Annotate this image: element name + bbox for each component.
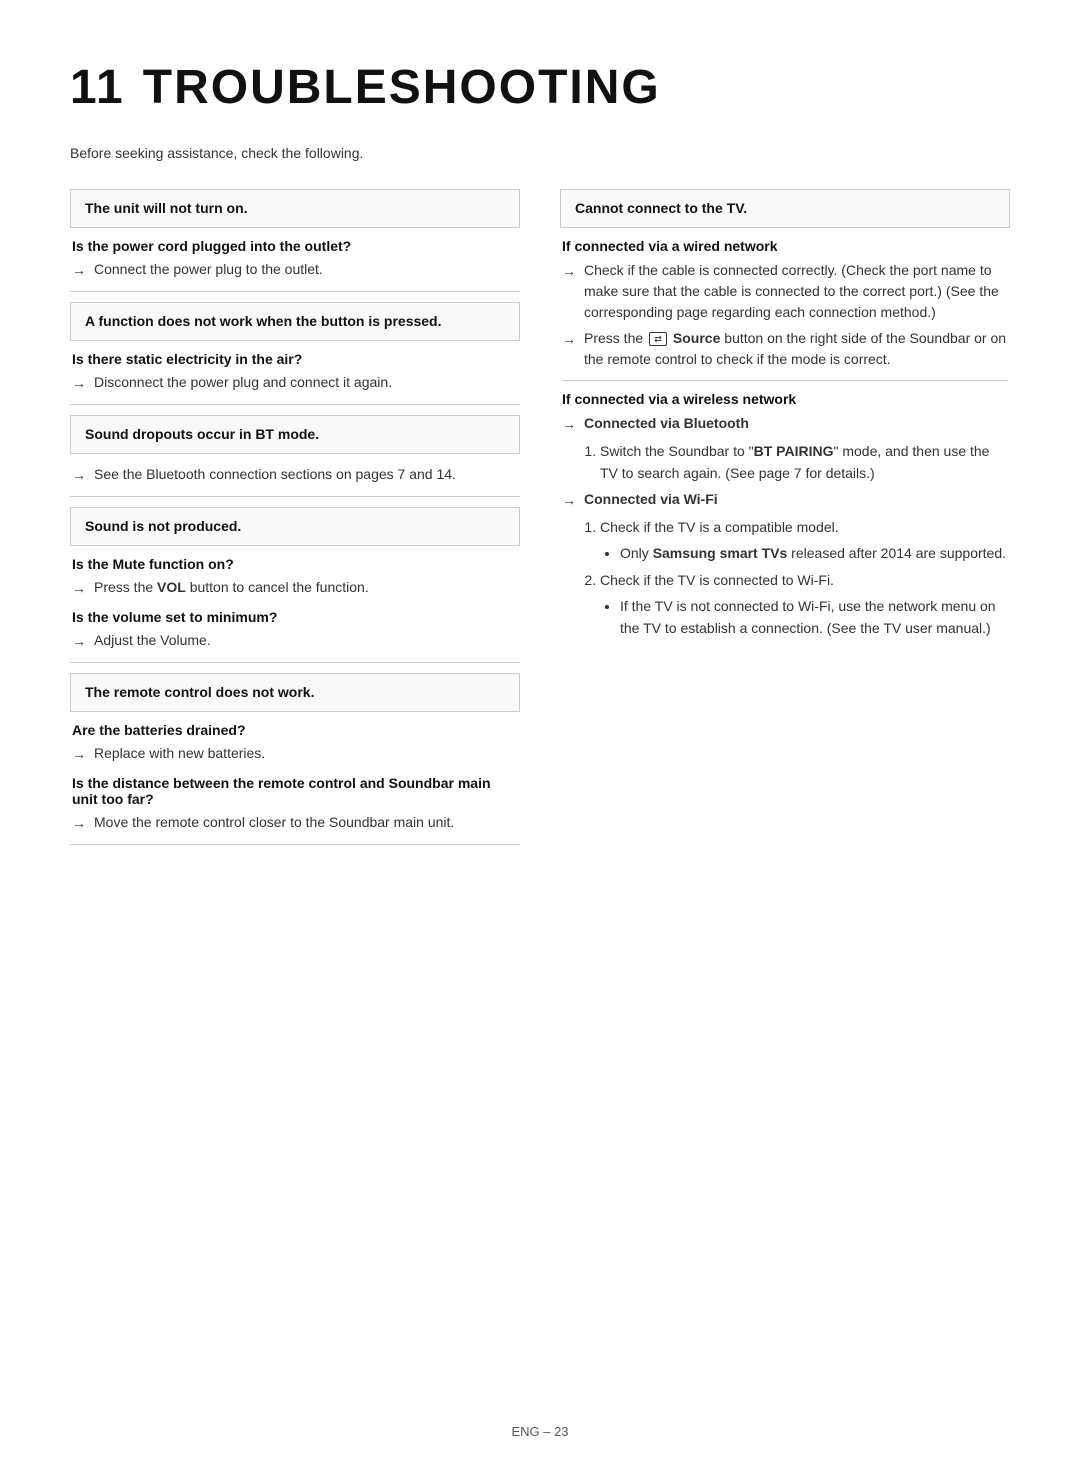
section-function-no-work: A function does not work when the button… bbox=[70, 302, 520, 341]
wifi-item-2: Check if the TV is connected to Wi-Fi. I… bbox=[600, 569, 1008, 640]
bullet-connect-power-text: Connect the power plug to the outlet. bbox=[94, 259, 518, 280]
arrow-icon: → bbox=[72, 260, 86, 281]
section2-content: Is there static electricity in the air? … bbox=[70, 351, 520, 394]
wifi-header-text: Connected via Wi-Fi bbox=[584, 491, 718, 507]
arrow-icon: → bbox=[72, 631, 86, 652]
section2-title: A function does not work when the button… bbox=[85, 313, 442, 329]
bluetooth-list: Switch the Soundbar to "BT PAIRING" mode… bbox=[582, 440, 1008, 485]
section-bt-dropouts: Sound dropouts occur in BT mode. bbox=[70, 415, 520, 454]
right-column: Cannot connect to the TV. If connected v… bbox=[560, 189, 1010, 644]
q-mute: Is the Mute function on? bbox=[72, 556, 518, 572]
section1-content: Is the power cord plugged into the outle… bbox=[70, 238, 520, 281]
bt-subheader: Connected via Bluetooth bbox=[584, 413, 1008, 434]
arrow-icon: → bbox=[72, 813, 86, 834]
q-distance: Is the distance between the remote contr… bbox=[72, 775, 518, 807]
wireless-header: If connected via a wireless network bbox=[562, 391, 1008, 407]
bullet-volume-text: Adjust the Volume. bbox=[94, 630, 518, 651]
wifi-subbullet-2: If the TV is not connected to Wi-Fi, use… bbox=[620, 595, 1008, 640]
bullet-wired-2-text: Press the ⇄ Source button on the right s… bbox=[584, 328, 1008, 370]
samsung-smart-tvs: Samsung smart TVs bbox=[653, 545, 788, 561]
source-icon: ⇄ bbox=[649, 332, 667, 346]
left-column: The unit will not turn on. Is the power … bbox=[70, 189, 520, 855]
bullet-mute: → Press the VOL button to cancel the fun… bbox=[72, 577, 518, 599]
bullet-bluetooth-pages-text: See the Bluetooth connection sections on… bbox=[94, 464, 518, 485]
section-no-sound: Sound is not produced. bbox=[70, 507, 520, 546]
bullet-wifi-header: → Connected via Wi-Fi bbox=[562, 489, 1008, 511]
section3-content: → See the Bluetooth connection sections … bbox=[70, 464, 520, 486]
subsection-distance: Is the distance between the remote contr… bbox=[72, 775, 518, 834]
two-column-layout: The unit will not turn on. Is the power … bbox=[70, 189, 1010, 855]
wireless-network-section: If connected via a wireless network → Co… bbox=[562, 391, 1008, 640]
bullet-batteries-text: Replace with new batteries. bbox=[94, 743, 518, 764]
right-content: If connected via a wired network → Check… bbox=[560, 238, 1010, 640]
subsection-power-cord: Is the power cord plugged into the outle… bbox=[72, 238, 518, 281]
section5-content: Are the batteries drained? → Replace wit… bbox=[70, 722, 520, 834]
section4-content: Is the Mute function on? → Press the VOL… bbox=[70, 556, 520, 652]
section5-title: The remote control does not work. bbox=[85, 684, 314, 700]
page-footer: ENG – 23 bbox=[0, 1424, 1080, 1439]
arrow-icon: → bbox=[562, 414, 576, 435]
section-right-title: Cannot connect to the TV. bbox=[575, 200, 747, 216]
bullet-volume: → Adjust the Volume. bbox=[72, 630, 518, 652]
bullet-batteries: → Replace with new batteries. bbox=[72, 743, 518, 765]
source-label: Source bbox=[673, 330, 720, 346]
arrow-icon: → bbox=[562, 329, 576, 350]
section-remote-no-work: The remote control does not work. bbox=[70, 673, 520, 712]
subsection-bluetooth-pages: → See the Bluetooth connection sections … bbox=[72, 464, 518, 486]
chapter-title-text: TROUBLESHOOTING bbox=[143, 61, 661, 114]
bullet-disconnect-power-text: Disconnect the power plug and connect it… bbox=[94, 372, 518, 393]
arrow-icon: → bbox=[562, 261, 576, 282]
bullet-wired-1-text: Check if the cable is connected correctl… bbox=[584, 260, 1008, 323]
section-unit-no-turn-on: The unit will not turn on. bbox=[70, 189, 520, 228]
bullet-distance-text: Move the remote control closer to the So… bbox=[94, 812, 518, 833]
bullet-mute-text: Press the VOL button to cancel the funct… bbox=[94, 577, 518, 598]
subsection-batteries: Are the batteries drained? → Replace wit… bbox=[72, 722, 518, 765]
wifi-item-1-subbullets: Only Samsung smart TVs released after 20… bbox=[600, 542, 1008, 564]
q-static: Is there static electricity in the air? bbox=[72, 351, 518, 367]
divider5 bbox=[70, 844, 520, 845]
bullet-wired-1: → Check if the cable is connected correc… bbox=[562, 260, 1008, 323]
bullet-wired-2: → Press the ⇄ Source button on the right… bbox=[562, 328, 1008, 370]
divider-wired-wireless bbox=[562, 380, 1008, 381]
divider2 bbox=[70, 404, 520, 405]
section3-title: Sound dropouts occur in BT mode. bbox=[85, 426, 319, 442]
arrow-icon: → bbox=[72, 373, 86, 394]
subsection-static: Is there static electricity in the air? … bbox=[72, 351, 518, 394]
intro-text: Before seeking assistance, check the fol… bbox=[70, 145, 1010, 161]
subsection-mute: Is the Mute function on? → Press the VOL… bbox=[72, 556, 518, 599]
divider3 bbox=[70, 496, 520, 497]
bt-item-1: Switch the Soundbar to "BT PAIRING" mode… bbox=[600, 440, 1008, 485]
footer-text: ENG – 23 bbox=[511, 1424, 568, 1439]
section4-title: Sound is not produced. bbox=[85, 518, 241, 534]
q-volume: Is the volume set to minimum? bbox=[72, 609, 518, 625]
bullet-distance: → Move the remote control closer to the … bbox=[72, 812, 518, 834]
wifi-item-2-subbullets: If the TV is not connected to Wi-Fi, use… bbox=[600, 595, 1008, 640]
vol-bold: VOL bbox=[157, 579, 186, 595]
arrow-icon: → bbox=[72, 744, 86, 765]
bullet-connect-power: → Connect the power plug to the outlet. bbox=[72, 259, 518, 281]
chapter-title: 11 TROUBLESHOOTING bbox=[70, 60, 1010, 115]
q-power-cord: Is the power cord plugged into the outle… bbox=[72, 238, 518, 254]
bullet-bluetooth-pages: → See the Bluetooth connection sections … bbox=[72, 464, 518, 486]
divider1 bbox=[70, 291, 520, 292]
bullet-bluetooth-header: → Connected via Bluetooth bbox=[562, 413, 1008, 435]
bt-header-text: Connected via Bluetooth bbox=[584, 415, 749, 431]
wifi-list: Check if the TV is a compatible model. O… bbox=[582, 516, 1008, 640]
section1-title: The unit will not turn on. bbox=[85, 200, 248, 216]
wired-header: If connected via a wired network bbox=[562, 238, 1008, 254]
section-cannot-connect-tv: Cannot connect to the TV. bbox=[560, 189, 1010, 228]
arrow-icon: → bbox=[562, 490, 576, 511]
subsection-volume: Is the volume set to minimum? → Adjust t… bbox=[72, 609, 518, 652]
wifi-subbullet-1: Only Samsung smart TVs released after 20… bbox=[620, 542, 1008, 564]
bt-pairing-text: BT PAIRING bbox=[754, 443, 834, 459]
wifi-subheader: Connected via Wi-Fi bbox=[584, 489, 1008, 510]
divider4 bbox=[70, 662, 520, 663]
wifi-item-1: Check if the TV is a compatible model. O… bbox=[600, 516, 1008, 565]
q-batteries: Are the batteries drained? bbox=[72, 722, 518, 738]
chapter-number: 11 bbox=[70, 61, 125, 114]
wired-network-section: If connected via a wired network → Check… bbox=[562, 238, 1008, 370]
bullet-disconnect-power: → Disconnect the power plug and connect … bbox=[72, 372, 518, 394]
arrow-icon: → bbox=[72, 578, 86, 599]
arrow-icon: → bbox=[72, 465, 86, 486]
